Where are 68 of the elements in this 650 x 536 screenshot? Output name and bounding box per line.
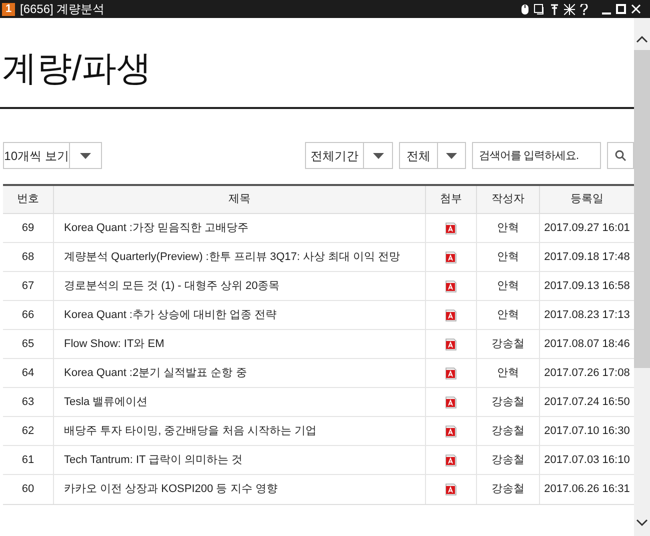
post-title-link[interactable]: Korea Quant :추가 상승에 대비한 업종 전략 — [64, 306, 277, 324]
search-icon — [615, 150, 626, 161]
pdf-file-icon[interactable] — [445, 424, 457, 438]
dropdown[interactable]: 전체 — [399, 142, 466, 169]
search-field[interactable]: 검색어를 입력하세요. — [472, 142, 601, 169]
close-icon[interactable] — [631, 4, 641, 14]
dropdown[interactable]: 10개씩 보기 — [3, 142, 102, 169]
dropdown-value: 전체 — [406, 148, 432, 164]
table-cell-text: 68 — [20, 250, 36, 265]
table-cell: 안혁 — [476, 272, 539, 300]
table-cell: 강송철 — [476, 475, 539, 504]
post-title-link[interactable]: Tesla 밸류에이션 — [64, 394, 148, 410]
pdf-file-icon[interactable] — [445, 396, 457, 408]
column-header: 작성자 — [476, 186, 539, 213]
post-title-link[interactable]: 경로분석의 모든 것 (1) - 대형주 상위 20종목 — [64, 278, 280, 294]
table-cell: 안혁 — [476, 359, 539, 387]
table-cell: 안혁 — [476, 243, 539, 271]
pdf-file-icon[interactable] — [445, 338, 457, 350]
table-cell-text: 63 — [20, 394, 36, 410]
page-heading: 계량/파생 — [1, 48, 153, 90]
pdf-file-icon[interactable] — [445, 222, 457, 234]
search-button[interactable] — [607, 142, 634, 169]
help-icon[interactable] — [580, 4, 588, 14]
post-title-link[interactable]: 카카오 이전 상장과 KOSPI200 등 지수 영향 — [64, 481, 278, 498]
post-title-link[interactable]: 계량분석 Quarterly(Preview) :한투 프리뷰 3Q17: 사상 최대 이익 전망 — [64, 248, 400, 266]
maximize-icon[interactable] — [616, 4, 626, 14]
dropdown-value: 전체기간 — [310, 148, 360, 164]
table-cell: 강송철 — [476, 417, 539, 445]
table-cell-text: 64 — [20, 366, 36, 381]
table-cell: 강송철 — [476, 388, 539, 416]
table-cell-text: 60 — [20, 482, 36, 498]
pin-icon[interactable] — [550, 4, 559, 14]
table-cell-text: 61 — [20, 452, 36, 468]
table-cell-text: 65 — [20, 336, 36, 352]
sparkle-icon[interactable] — [564, 4, 575, 14]
caret-icon — [372, 152, 384, 158]
table-cell: 안혁 — [476, 214, 539, 242]
post-title-link[interactable]: Korea Quant :가장 믿음직한 고배당주 — [64, 220, 249, 236]
pdf-file-icon[interactable] — [445, 250, 457, 264]
column-header: 번호 — [16, 192, 40, 208]
table-cell: 강송철 — [476, 330, 539, 358]
window-icon[interactable] — [534, 4, 545, 14]
table-cell-text: 62 — [20, 424, 36, 439]
table-cell-text: 66 — [20, 308, 36, 323]
window-badge: 1 — [2, 2, 15, 16]
post-title-link[interactable]: Tech Tantrum: IT 급락이 의미하는 것 — [64, 452, 243, 468]
scrollbar-thumb[interactable] — [634, 50, 650, 368]
pdf-file-icon[interactable] — [445, 280, 457, 292]
pdf-file-icon[interactable] — [445, 454, 457, 466]
caret-icon — [80, 152, 91, 158]
pdf-file-icon[interactable] — [445, 483, 457, 496]
post-title-link[interactable]: Korea Quant :2분기 실적발표 순항 중 — [64, 364, 247, 382]
window-title: [6656] 계량분석 — [20, 1, 105, 18]
pdf-file-icon[interactable] — [445, 308, 457, 322]
table-cell-text: 69 — [20, 220, 36, 236]
mouse-icon[interactable] — [521, 4, 529, 14]
column-header: 제목 — [53, 186, 425, 213]
post-title-link[interactable]: Flow Show: IT와 EM — [64, 336, 164, 352]
post-title-link[interactable]: 배당주 투자 타이밍, 중간배당을 처음 시작하는 기업 — [64, 422, 316, 440]
scrollbar[interactable] — [634, 18, 650, 536]
column-header: 첨부 — [425, 186, 476, 213]
dropdown-value: 10개씩 보기 — [4, 148, 69, 164]
table-cell: 강송철 — [476, 446, 539, 474]
table-cell: 안혁 — [476, 301, 539, 329]
table-cell-text: 67 — [20, 278, 36, 294]
caret-icon — [446, 152, 457, 158]
pdf-file-icon[interactable] — [445, 366, 457, 380]
dropdown[interactable]: 전체기간 — [305, 142, 393, 169]
